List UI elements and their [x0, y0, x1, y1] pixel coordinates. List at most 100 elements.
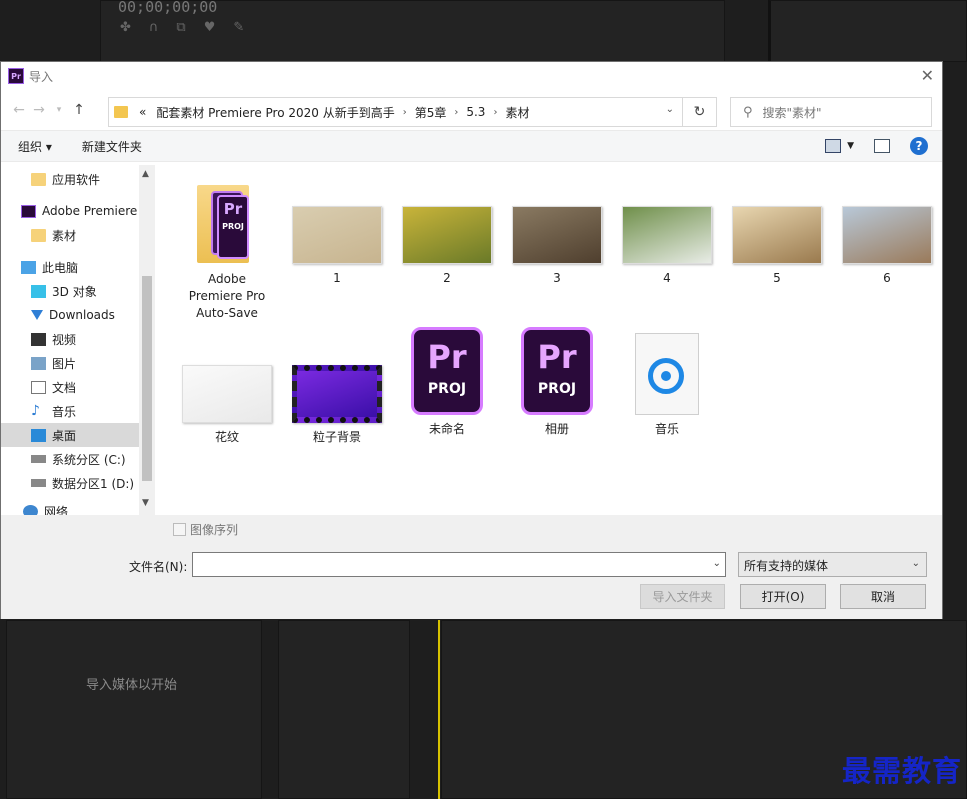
image-thumbnail: [402, 206, 492, 264]
search-placeholder: 搜索"素材": [762, 105, 822, 120]
breadcrumb-prefix[interactable]: «: [139, 105, 146, 119]
file-item[interactable]: Pr PROJ 相册: [507, 327, 607, 438]
import-folder-button[interactable]: 导入文件夹: [640, 584, 725, 609]
marker-icon[interactable]: ✤: [120, 20, 131, 35]
sidebar-item-label: 网络: [44, 504, 69, 516]
change-view-icon[interactable]: [825, 139, 842, 153]
timeline-playhead[interactable]: [438, 620, 440, 799]
image-sequence-label: 图像序列: [190, 523, 239, 537]
computer-icon: [21, 260, 36, 274]
breadcrumb-item[interactable]: 5.3: [466, 105, 485, 119]
import-dialog: Pr 导入 ✕ ← → ▾ ↑ « 配套素材 Premiere Pro 2020…: [0, 61, 943, 619]
sidebar-item[interactable]: 图片: [1, 351, 139, 375]
chevron-right-icon[interactable]: ›: [454, 107, 458, 118]
folder-icon: [114, 106, 128, 118]
sidebar-item[interactable]: 视频: [1, 327, 139, 351]
open-button[interactable]: 打开(O): [740, 584, 826, 609]
picture-icon: [31, 356, 46, 370]
sidebar-item[interactable]: 网络: [1, 499, 139, 515]
view-controls: ▼ ?: [825, 137, 928, 155]
timecode-display: 00;00;00;00: [118, 0, 218, 16]
desktop-icon: [31, 428, 46, 442]
close-icon[interactable]: ✕: [921, 66, 934, 85]
filename-input[interactable]: ⌄: [192, 552, 726, 577]
search-icon: ⚲: [743, 104, 753, 120]
file-item[interactable]: 6: [837, 206, 937, 287]
folder-icon: [31, 228, 46, 242]
refresh-icon[interactable]: ↻: [682, 98, 716, 126]
sidebar-item[interactable]: 文档: [1, 375, 139, 399]
organize-button[interactable]: 组织 ▾: [18, 138, 52, 155]
scrollbar-thumb[interactable]: [142, 276, 152, 481]
program-monitor-panel: [768, 0, 967, 62]
tools-panel: [278, 620, 410, 799]
chevron-down-icon[interactable]: ⌄: [666, 104, 674, 115]
sidebar-item-label: Adobe Premiere: [42, 204, 138, 218]
scroll-down-icon[interactable]: ▼: [142, 498, 149, 508]
sidebar-item[interactable]: Downloads: [1, 303, 139, 327]
file-name: 6: [883, 271, 891, 285]
breadcrumb-item[interactable]: 素材: [505, 104, 529, 121]
preview-pane-icon[interactable]: [874, 139, 890, 153]
chevron-right-icon[interactable]: ›: [403, 107, 407, 118]
chevron-down-icon[interactable]: ▼: [847, 141, 854, 151]
file-type-select[interactable]: 所有支持的媒体 ⌄: [738, 552, 927, 577]
sidebar-item[interactable]: 此电脑: [1, 255, 139, 279]
navigation-pane: 应用软件 Adobe Premiere 素材此电脑 3D 对象 Downloads 视频图…: [1, 165, 155, 515]
up-arrow-icon[interactable]: ↑: [69, 102, 89, 118]
document-icon: [31, 380, 46, 394]
file-item[interactable]: 1: [287, 206, 387, 287]
link-icon[interactable]: ⧉: [176, 20, 185, 35]
video-thumbnail: [292, 365, 382, 423]
sidebar-item[interactable]: 3D 对象: [1, 279, 139, 303]
help-icon[interactable]: ?: [910, 137, 928, 155]
address-bar[interactable]: « 配套素材 Premiere Pro 2020 从新手到高手 › 第5章 › …: [108, 97, 717, 127]
file-item[interactable]: Pr PROJ Adobe Premiere Pro Auto-Save: [177, 179, 277, 322]
file-item[interactable]: 5: [727, 206, 827, 287]
file-item[interactable]: 3: [507, 206, 607, 287]
sidebar-item[interactable]: 素材: [1, 223, 139, 247]
image-thumbnail: [292, 206, 382, 264]
drive-icon: [31, 455, 46, 463]
new-folder-button[interactable]: 新建文件夹: [82, 138, 142, 155]
sidebar-item[interactable]: ♪ 音乐: [1, 399, 139, 423]
filename-label: 文件名(N):: [129, 560, 188, 574]
chevron-down-icon[interactable]: ⌄: [912, 558, 920, 569]
image-sequence-checkbox[interactable]: 图像序列: [173, 521, 238, 538]
forward-arrow-icon[interactable]: →: [29, 102, 49, 118]
premiere-icon: [21, 204, 36, 218]
chevron-right-icon[interactable]: ›: [493, 107, 497, 118]
checkbox-box[interactable]: [173, 523, 186, 536]
magnet-icon[interactable]: ∩: [149, 20, 159, 35]
sidebar-item[interactable]: 桌面: [1, 423, 139, 447]
sidebar-item-label: Downloads: [49, 308, 115, 322]
sidebar-scrollbar[interactable]: ▲ ▼: [139, 165, 155, 515]
file-name: Adobe Premiere Pro Auto-Save: [188, 272, 266, 320]
image-thumbnail: [842, 206, 932, 264]
breadcrumb-item[interactable]: 第5章: [415, 104, 447, 121]
sidebar-item[interactable]: 数据分区1 (D:): [1, 471, 139, 495]
recent-chevron-icon[interactable]: ▾: [49, 105, 69, 115]
chevron-down-icon[interactable]: ⌄: [713, 558, 721, 569]
project-panel: [6, 620, 262, 799]
file-type-value: 所有支持的媒体: [744, 559, 829, 573]
breadcrumb-item[interactable]: 配套素材 Premiere Pro 2020 从新手到高手: [156, 104, 394, 121]
scroll-up-icon[interactable]: ▲: [142, 169, 149, 179]
wrench-icon[interactable]: ✎: [233, 20, 244, 35]
sidebar-item[interactable]: 系统分区 (C:): [1, 447, 139, 471]
marker-drop-icon[interactable]: ♥: [204, 20, 216, 35]
navigation-bar: ← → ▾ ↑ « 配套素材 Premiere Pro 2020 从新手到高手 …: [1, 90, 942, 130]
sidebar-item[interactable]: 应用软件: [1, 167, 139, 191]
cancel-button[interactable]: 取消: [840, 584, 926, 609]
image-thumbnail: [512, 206, 602, 264]
file-item[interactable]: 音乐: [617, 331, 717, 438]
file-item[interactable]: 花纹: [177, 365, 277, 446]
file-item[interactable]: 2: [397, 206, 497, 287]
search-input[interactable]: ⚲ 搜索"素材": [730, 97, 932, 127]
file-item[interactable]: 4: [617, 206, 717, 287]
back-arrow-icon[interactable]: ←: [9, 102, 29, 118]
file-name: 5: [773, 271, 781, 285]
file-item[interactable]: 粒子背景: [287, 365, 387, 446]
sidebar-item[interactable]: Adobe Premiere: [1, 199, 139, 223]
file-item[interactable]: Pr PROJ 未命名: [397, 327, 497, 438]
